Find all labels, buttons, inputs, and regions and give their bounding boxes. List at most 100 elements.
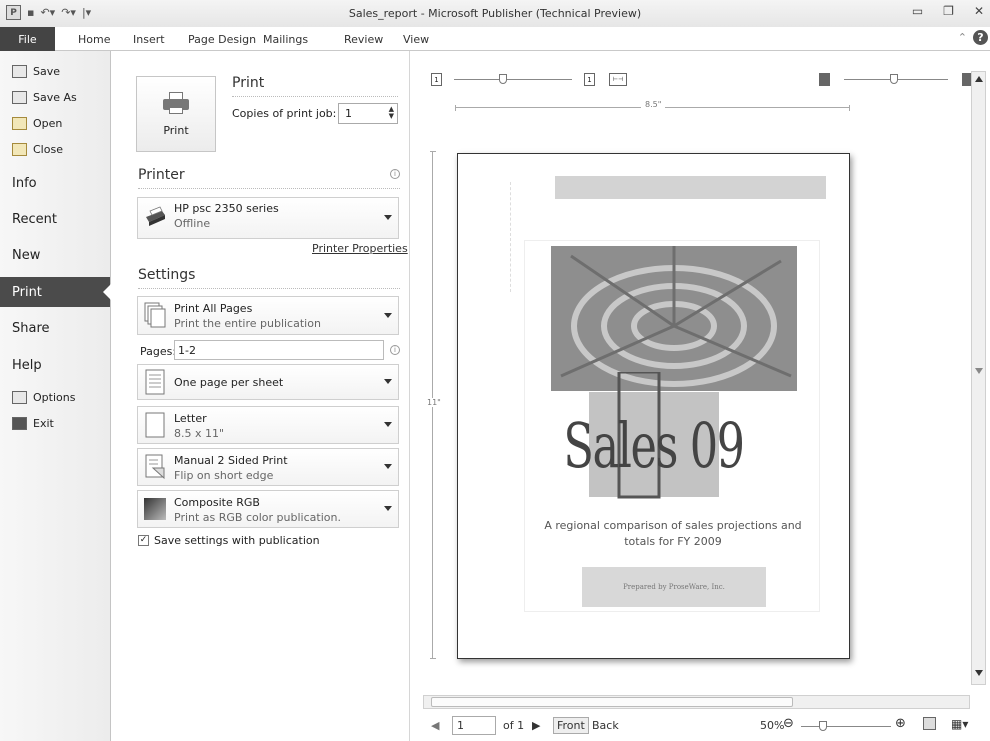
slider-knob[interactable] — [499, 74, 507, 84]
back-button[interactable]: Back — [592, 719, 619, 732]
page-dark-icon — [819, 73, 830, 86]
tab-home[interactable]: Home — [78, 33, 110, 46]
save-as-icon — [12, 91, 27, 104]
zoom-in-icon[interactable]: ⊕ — [895, 716, 906, 731]
manual-duplex-icon — [145, 454, 165, 480]
nav-tab-new[interactable]: New — [0, 240, 110, 270]
vertical-scrollbar[interactable] — [971, 71, 986, 685]
nav-options[interactable]: Options — [12, 391, 75, 404]
preview-status-bar: ◀ 1 of 1 ▶ Front Back 50% ⊖ ⊕ ▦▾ — [411, 714, 990, 738]
page-number-input[interactable]: 1 — [452, 716, 496, 735]
tab-file[interactable]: File — [0, 27, 55, 51]
width-ruler: 8.5" — [455, 100, 850, 111]
front-button[interactable]: Front — [553, 717, 589, 734]
zoom-out-icon[interactable]: ⊖ — [783, 716, 794, 731]
chevron-down-icon — [384, 422, 392, 427]
help-icon[interactable]: ? — [973, 30, 988, 45]
scroll-up-icon[interactable] — [975, 76, 983, 82]
printer-heading: Printer — [138, 167, 185, 183]
nav-save-label: Save — [33, 65, 61, 78]
horizontal-scrollbar[interactable] — [423, 695, 970, 709]
nav-tab-info[interactable]: Info — [0, 168, 110, 198]
ruler-width-label: 8.5" — [641, 100, 666, 109]
duplex-dropdown[interactable]: Manual 2 Sided Print Flip on short edge — [137, 448, 399, 486]
printer-name: HP psc 2350 series — [174, 202, 279, 215]
paper-size-dropdown[interactable]: Letter 8.5 x 11" — [137, 406, 399, 444]
nav-tab-share[interactable]: Share — [0, 313, 110, 343]
print-button-label: Print — [163, 123, 189, 137]
pages-input[interactable]: 1-2 — [174, 340, 384, 360]
scroll-down-icon[interactable] — [975, 670, 983, 676]
color-rgb-icon — [144, 498, 166, 520]
nav-close[interactable]: Close — [12, 143, 63, 156]
tab-view[interactable]: View — [403, 33, 429, 46]
save-settings-label: Save settings with publication — [154, 534, 320, 547]
zoom-level: 50% — [760, 719, 785, 732]
exit-icon — [12, 417, 27, 430]
tab-insert[interactable]: Insert — [133, 33, 165, 46]
scroll-grip-icon[interactable] — [975, 368, 983, 374]
paper-letter-icon — [145, 412, 165, 438]
zoom-pages-slider[interactable] — [819, 73, 973, 86]
restore-icon[interactable]: ❐ — [943, 4, 954, 18]
zoom-slider[interactable] — [801, 721, 891, 731]
color-mode-dropdown[interactable]: Composite RGB Print as RGB color publica… — [137, 490, 399, 528]
tab-page-design[interactable]: Page Design — [188, 33, 256, 46]
minimize-ribbon-icon[interactable]: ⌃ — [958, 31, 967, 44]
copies-input[interactable]: 1 ▲ ▼ — [338, 103, 398, 124]
height-ruler: 11" — [427, 151, 441, 659]
nav-options-label: Options — [33, 391, 76, 404]
printer-properties-link[interactable]: Printer Properties — [312, 242, 408, 255]
window-controls: ▭ ❐ ✕ — [912, 4, 984, 18]
nav-save-as[interactable]: Save As — [12, 91, 77, 104]
copies-spinner-icon[interactable]: ▲ ▼ — [389, 106, 394, 120]
nav-save-as-label: Save As — [33, 91, 77, 104]
close-icon[interactable]: ✕ — [974, 4, 984, 18]
minimize-icon[interactable]: ▭ — [912, 4, 923, 18]
color-desc: Print as RGB color publication. — [174, 511, 341, 524]
horizontal-scroll-thumb[interactable] — [431, 697, 793, 707]
cover-title: Sales 09 — [563, 409, 745, 482]
tab-review[interactable]: Review — [344, 33, 383, 46]
chevron-down-icon — [384, 464, 392, 469]
zoom-slider-knob[interactable] — [819, 721, 827, 731]
ruler-toggle-icon[interactable]: ⊢⊣ — [609, 73, 627, 86]
pages-info-icon[interactable]: i — [390, 345, 400, 355]
print-scope-dropdown[interactable]: Print All Pages Print the entire publica… — [137, 296, 399, 335]
nav-save[interactable]: Save — [12, 65, 60, 78]
nav-tab-help[interactable]: Help — [0, 350, 110, 380]
duplex-title: Manual 2 Sided Print — [174, 454, 288, 467]
preview-page: Sales 09 A regional comparison of sales … — [457, 153, 850, 659]
save-settings-checkbox[interactable]: ✓ Save settings with publication — [138, 534, 320, 547]
view-multiple-pages-icon[interactable]: ▦▾ — [951, 717, 968, 731]
copies-value: 1 — [345, 107, 352, 120]
print-settings-panel: Print Print Copies of print job: 1 ▲ ▼ Pr… — [112, 51, 410, 741]
single-page-icon: 1 — [431, 73, 442, 86]
printer-info-icon[interactable]: i — [390, 169, 400, 179]
fit-page-icon[interactable] — [923, 717, 936, 730]
tab-mailings[interactable]: Mailings — [263, 33, 308, 46]
print-heading: Print — [232, 75, 265, 91]
layout-dropdown[interactable]: One page per sheet — [137, 364, 399, 400]
chevron-down-icon — [384, 312, 392, 318]
chevron-down-icon — [384, 215, 392, 220]
nav-close-label: Close — [33, 143, 63, 156]
page-count-slider[interactable]: 1 1 ⊢⊣ — [431, 73, 627, 86]
layout-title: One page per sheet — [174, 376, 284, 389]
folder-open-icon — [12, 117, 27, 130]
settings-heading: Settings — [138, 267, 196, 283]
ribbon-help-area: ⌃ ? — [958, 30, 988, 45]
nav-exit[interactable]: Exit — [12, 417, 54, 430]
nav-open[interactable]: Open — [12, 117, 62, 130]
nav-tab-print[interactable]: Print — [0, 277, 111, 307]
paper-desc: 8.5 x 11" — [174, 427, 225, 440]
next-page-icon[interactable]: ▶ — [532, 719, 540, 732]
slider-knob[interactable] — [890, 74, 898, 84]
printer-dropdown[interactable]: HP psc 2350 series Offline — [137, 197, 399, 239]
print-button[interactable]: Print — [136, 76, 216, 152]
previous-page-icon[interactable]: ◀ — [431, 719, 439, 732]
nav-tab-recent[interactable]: Recent — [0, 204, 110, 234]
cover-subtitle: A regional comparison of sales projectio… — [544, 519, 802, 548]
ruler-height-label: 11" — [427, 398, 441, 407]
flower-photo — [551, 246, 797, 391]
